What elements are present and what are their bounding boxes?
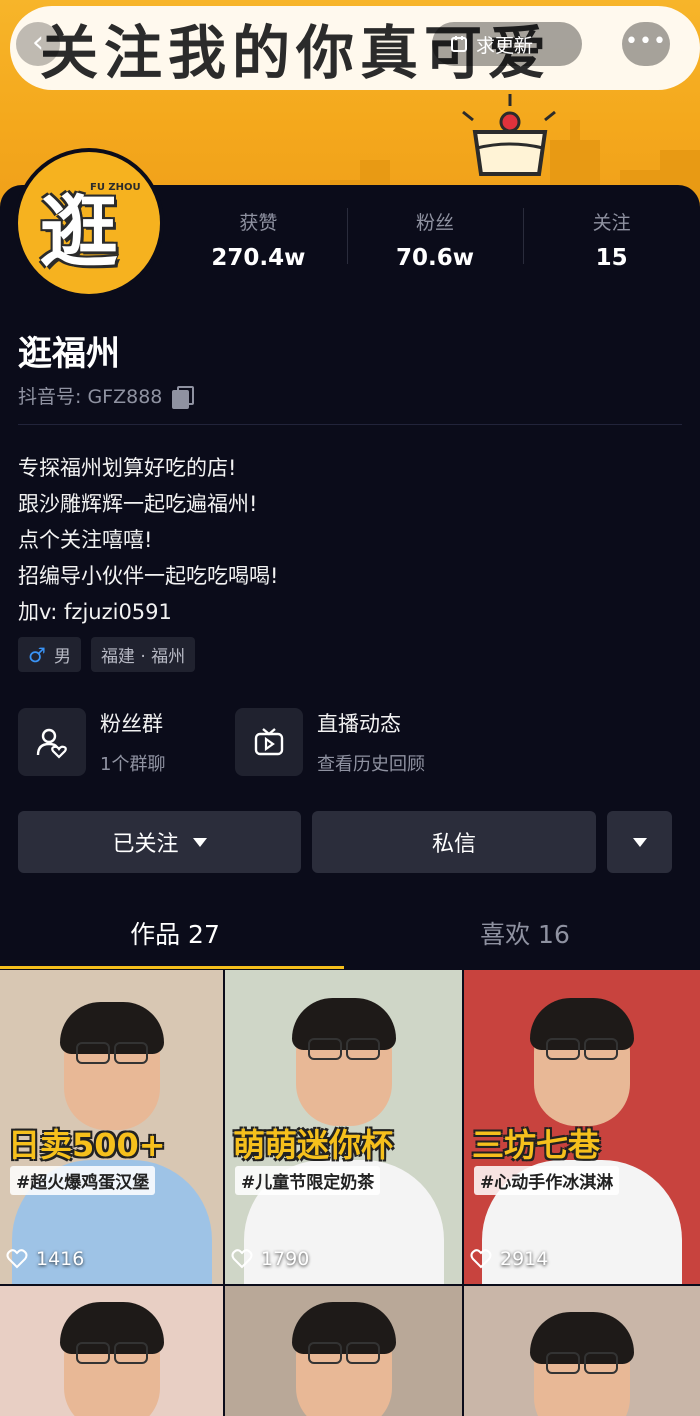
video-cover-title: 萌萌迷你杯 <box>233 1126 394 1164</box>
video-likes-count: 1416 <box>36 1248 85 1270</box>
profile-stats: 获赞 270.4w 粉丝 70.6w 关注 15 <box>170 200 700 280</box>
heart-icon <box>231 1249 253 1269</box>
tv-icon <box>254 728 284 756</box>
video-thumbnail[interactable]: 三坊七巷 #心动手作冰淇淋 2914 <box>464 970 700 1284</box>
message-button[interactable]: 私信 <box>312 811 596 873</box>
video-thumbnail[interactable] <box>225 1286 462 1416</box>
followed-label: 已关注 <box>112 832 179 857</box>
bio-line: 点个关注嘻嘻! <box>18 528 153 552</box>
stat-value: 15 <box>595 245 628 271</box>
location-label: 福建 · 福州 <box>100 647 186 667</box>
video-likes: 1790 <box>231 1248 309 1270</box>
video-grid: 日卖500+ #超火爆鸡蛋汉堡 1416 萌萌迷你杯 #儿童节限定奶茶 1790… <box>0 970 700 1416</box>
stat-label: 粉丝 <box>416 212 455 234</box>
caret-down-icon <box>192 837 207 847</box>
fan-group-sub: 1个群聊 <box>100 754 166 775</box>
video-cover-title: 三坊七巷 <box>472 1126 601 1164</box>
stat-value: 270.4w <box>211 245 306 271</box>
video-cover-subtitle: #心动手作冰淇淋 <box>474 1166 620 1195</box>
divider <box>18 424 682 425</box>
video-likes-count: 2914 <box>500 1248 549 1270</box>
person-glasses <box>542 1352 622 1374</box>
gender-label: 男 <box>53 647 71 667</box>
avatar-image: 逛 FU ZHOU <box>18 152 160 294</box>
person-glasses <box>72 1342 152 1364</box>
stat-label: 获赞 <box>239 212 278 234</box>
video-likes: 1416 <box>6 1248 84 1270</box>
video-thumbnail[interactable]: 萌萌迷你杯 #儿童节限定奶茶 1790 <box>225 970 462 1284</box>
message-label: 私信 <box>431 832 476 857</box>
live-history-title: 直播动态 <box>317 712 401 736</box>
live-history-entry[interactable]: 直播动态 查看历史回顾 <box>235 707 425 777</box>
copy-icon[interactable] <box>172 385 195 409</box>
calendar-icon <box>451 36 467 52</box>
bio-line: 专探福州划算好吃的店! <box>18 456 237 480</box>
profile-name: 逛福州 <box>18 334 120 374</box>
avatar[interactable]: 逛 FU ZHOU <box>14 148 164 298</box>
location-tag: 福建 · 福州 <box>90 637 196 672</box>
avatar-logo-sub: FU ZHOU <box>90 182 141 193</box>
heart-icon <box>6 1249 28 1269</box>
request-update-button[interactable]: 求更新 <box>432 22 582 66</box>
more-actions-button[interactable] <box>607 811 672 873</box>
back-button[interactable]: ‹ <box>16 22 60 66</box>
active-tab-indicator <box>0 966 344 969</box>
live-icon-box <box>235 708 303 776</box>
fan-group-entry[interactable]: 粉丝群 1个群聊 <box>18 707 165 777</box>
person-glasses <box>304 1342 384 1364</box>
stat-label: 关注 <box>592 212 631 234</box>
stat-likes[interactable]: 获赞 270.4w <box>170 200 347 280</box>
video-cover-title: 日卖500+ <box>8 1126 166 1164</box>
person-glasses <box>542 1038 622 1060</box>
bio-line: 跟沙雕辉辉一起吃遍福州! <box>18 492 258 516</box>
live-history-sub: 查看历史回顾 <box>317 754 425 775</box>
heart-icon <box>470 1249 492 1269</box>
video-likes-count: 1790 <box>261 1248 310 1270</box>
bio-line: 招编导小伙伴一起吃吃喝喝! <box>18 564 279 588</box>
person-glasses <box>304 1038 384 1060</box>
video-thumbnail[interactable] <box>464 1286 700 1416</box>
live-history-text: 直播动态 查看历史回顾 <box>317 708 425 776</box>
douyin-id-row: 抖音号: GFZ888 <box>18 382 195 409</box>
fan-group-icon-box <box>18 708 86 776</box>
stat-fans[interactable]: 粉丝 70.6w <box>346 200 524 280</box>
stat-value: 70.6w <box>396 245 474 271</box>
fan-group-text: 粉丝群 1个群聊 <box>100 708 165 776</box>
tab-works[interactable]: 作品 27 <box>0 905 350 967</box>
followed-button[interactable]: 已关注 <box>18 811 301 873</box>
person-glasses <box>72 1042 152 1064</box>
tab-likes[interactable]: 喜欢 16 <box>350 905 700 967</box>
stat-following[interactable]: 关注 15 <box>523 200 700 280</box>
video-thumbnail[interactable] <box>0 1286 223 1416</box>
video-likes: 2914 <box>470 1248 548 1270</box>
profile-tags: ♂ 男 福建 · 福州 <box>18 637 196 672</box>
video-cover-subtitle: #超火爆鸡蛋汉堡 <box>10 1166 156 1195</box>
profile-bio: 专探福州划算好吃的店! 跟沙雕辉辉一起吃遍福州! 点个关注嘻嘻! 招编导小伙伴一… <box>18 450 278 630</box>
bio-line: 加v: fzjuzi0591 <box>18 600 172 624</box>
caret-down-icon <box>632 837 647 847</box>
content-tabs: 作品 27 喜欢 16 <box>0 905 700 967</box>
male-icon: ♂ <box>28 642 46 667</box>
video-thumbnail[interactable]: 日卖500+ #超火爆鸡蛋汉堡 1416 <box>0 970 223 1284</box>
gender-tag: ♂ 男 <box>18 637 81 672</box>
fan-group-title: 粉丝群 <box>100 712 163 736</box>
request-update-label: 求更新 <box>476 34 534 57</box>
fan-group-icon <box>36 728 67 759</box>
douyin-id: 抖音号: GFZ888 <box>18 386 163 408</box>
more-options-button[interactable]: ••• <box>622 22 670 66</box>
video-cover-subtitle: #儿童节限定奶茶 <box>235 1166 381 1195</box>
